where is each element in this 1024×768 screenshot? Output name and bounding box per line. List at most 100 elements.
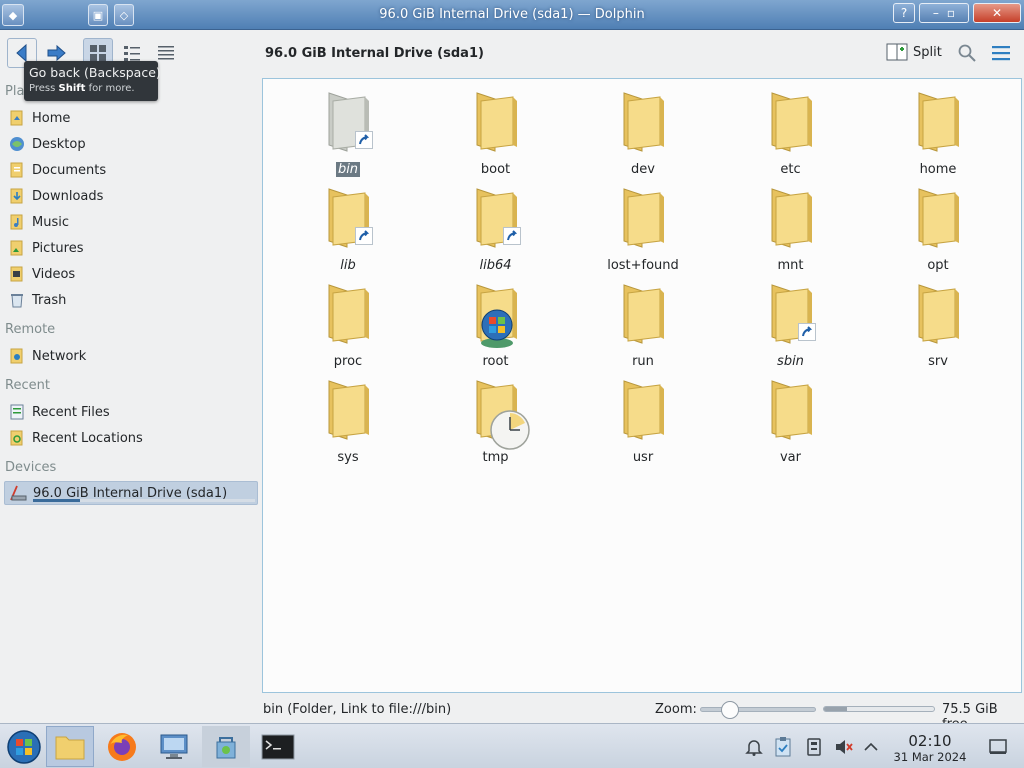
file-item-icon[interactable] xyxy=(903,185,973,255)
volume-tray[interactable] xyxy=(832,736,854,758)
tooltip-sub-key: Shift xyxy=(58,83,86,94)
minimize-maximize-button[interactable]: – ▫ xyxy=(919,3,969,23)
sidebar-item-network[interactable]: Network xyxy=(4,344,258,368)
file-view[interactable]: bin boot dev etc home lib lib64 lost+found mnt op… xyxy=(262,78,1022,693)
file-item-proc[interactable]: proc xyxy=(293,281,403,373)
file-item-sys[interactable]: sys xyxy=(293,377,403,469)
taskbar-system-settings[interactable] xyxy=(150,726,198,767)
sidebar-item-label: Network xyxy=(32,348,87,364)
file-item-icon[interactable] xyxy=(461,281,531,351)
close-button[interactable]: ✕ xyxy=(973,3,1021,23)
sidebar-item-home[interactable]: Home xyxy=(4,106,258,130)
terminal-icon xyxy=(261,734,295,759)
file-item-icon[interactable] xyxy=(313,377,383,447)
file-item-lib[interactable]: lib xyxy=(293,185,403,277)
sidebar-item-96-0-gib-internal-drive-sda1[interactable]: 96.0 GiB Internal Drive (sda1) xyxy=(4,481,258,505)
sidebar-item-trash[interactable]: Trash xyxy=(4,288,258,312)
file-item-icon[interactable] xyxy=(608,281,678,351)
file-item-icon[interactable] xyxy=(903,281,973,351)
file-item-srv[interactable]: srv xyxy=(883,281,993,373)
file-item-icon[interactable] xyxy=(313,89,383,159)
sidebar-item-pictures[interactable]: Pictures xyxy=(4,236,258,260)
taskbar-firefox[interactable] xyxy=(98,726,146,767)
file-item-icon[interactable] xyxy=(461,185,531,255)
maximize-icon[interactable]: ▫ xyxy=(947,6,955,20)
split-label: Split xyxy=(913,44,942,60)
file-item-icon[interactable] xyxy=(461,89,531,159)
file-item-icon[interactable] xyxy=(756,377,826,447)
file-item-icon[interactable] xyxy=(756,89,826,159)
file-item-bin[interactable]: bin xyxy=(293,89,403,181)
digital-clock[interactable]: 02:10 31 Mar 2024 xyxy=(888,732,972,764)
file-item-mnt[interactable]: mnt xyxy=(736,185,846,277)
file-item-icon[interactable] xyxy=(461,377,531,450)
sidebar-item-videos[interactable]: Videos xyxy=(4,262,258,286)
tray-expand-button[interactable] xyxy=(860,736,882,758)
search-button[interactable] xyxy=(952,38,982,68)
file-item-sbin[interactable]: sbin xyxy=(736,281,846,373)
bell-icon xyxy=(745,740,763,756)
clock-icon xyxy=(489,410,530,450)
file-item-run[interactable]: run xyxy=(588,281,698,373)
file-item-etc[interactable]: etc xyxy=(736,89,846,181)
window-title: 96.0 GiB Internal Drive (sda1) — Dolphin xyxy=(379,7,645,22)
file-item-var[interactable]: var xyxy=(736,377,846,469)
sidebar-item-desktop[interactable]: Desktop xyxy=(4,132,258,156)
file-item-opt[interactable]: opt xyxy=(883,185,993,277)
file-item-name: opt xyxy=(927,258,949,273)
file-item-icon[interactable] xyxy=(608,185,678,255)
hamburger-menu-icon xyxy=(992,46,1010,61)
zoom-slider-handle[interactable] xyxy=(721,701,739,719)
folder-icon xyxy=(623,188,664,248)
sidebar-item-recent-locations[interactable]: Recent Locations xyxy=(4,426,258,450)
file-item-icon[interactable] xyxy=(756,281,826,351)
volume-muted-icon xyxy=(836,740,853,754)
file-item-lib64[interactable]: lib64 xyxy=(441,185,551,277)
clipboard-tray[interactable] xyxy=(772,736,794,758)
file-item-tmp[interactable]: tmp xyxy=(441,377,551,469)
file-item-home[interactable]: home xyxy=(883,89,993,181)
globe-icon xyxy=(480,309,513,348)
window-titlebar[interactable]: ◆ ▣ ◇ 96.0 GiB Internal Drive (sda1) — D… xyxy=(0,0,1024,30)
pictures-icon xyxy=(6,237,28,259)
file-item-icon[interactable] xyxy=(608,89,678,159)
file-item-icon[interactable] xyxy=(903,89,973,159)
sidebar-item-music[interactable]: Music xyxy=(4,210,258,234)
notifications-tray[interactable] xyxy=(743,736,765,758)
show-desktop-button[interactable] xyxy=(987,736,1009,758)
minimize-icon[interactable]: – xyxy=(933,6,939,20)
zoom-slider[interactable] xyxy=(700,701,816,719)
file-item-lost-found[interactable]: lost+found xyxy=(588,185,698,277)
devices-header: Devices xyxy=(5,460,57,475)
file-item-root[interactable]: root xyxy=(441,281,551,373)
clock-time: 02:10 xyxy=(908,732,952,750)
file-item-icon[interactable] xyxy=(313,281,383,351)
free-space-bar[interactable] xyxy=(823,706,935,712)
taskbar-discover[interactable] xyxy=(202,726,250,767)
split-button[interactable]: Split xyxy=(886,42,942,62)
file-item-icon[interactable] xyxy=(313,185,383,255)
symlink-arrow-icon xyxy=(797,323,816,341)
taskbar-dolphin[interactable] xyxy=(46,726,94,767)
file-item-name: sbin xyxy=(777,354,804,369)
taskbar-terminal[interactable] xyxy=(254,726,302,767)
file-item-boot[interactable]: boot xyxy=(441,89,551,181)
file-item-icon[interactable] xyxy=(608,377,678,447)
file-item-icon[interactable] xyxy=(756,185,826,255)
file-item-dev[interactable]: dev xyxy=(588,89,698,181)
file-item-name: lib xyxy=(340,258,356,273)
desktop-icon xyxy=(6,133,28,155)
file-item-usr[interactable]: usr xyxy=(588,377,698,469)
help-button[interactable]: ? xyxy=(893,3,915,23)
location-title: 96.0 GiB Internal Drive (sda1) xyxy=(265,46,484,61)
file-item-name: proc xyxy=(333,354,363,369)
sidebar-item-recent-files[interactable]: Recent Files xyxy=(4,400,258,424)
documents-icon xyxy=(6,159,28,181)
folder-icon xyxy=(771,380,812,440)
folder-icon xyxy=(771,188,812,248)
sidebar-item-documents[interactable]: Documents xyxy=(4,158,258,182)
start-menu-button[interactable] xyxy=(0,726,48,767)
storage-tray[interactable] xyxy=(803,736,825,758)
hamburger-menu-button[interactable] xyxy=(986,38,1016,68)
sidebar-item-downloads[interactable]: Downloads xyxy=(4,184,258,208)
